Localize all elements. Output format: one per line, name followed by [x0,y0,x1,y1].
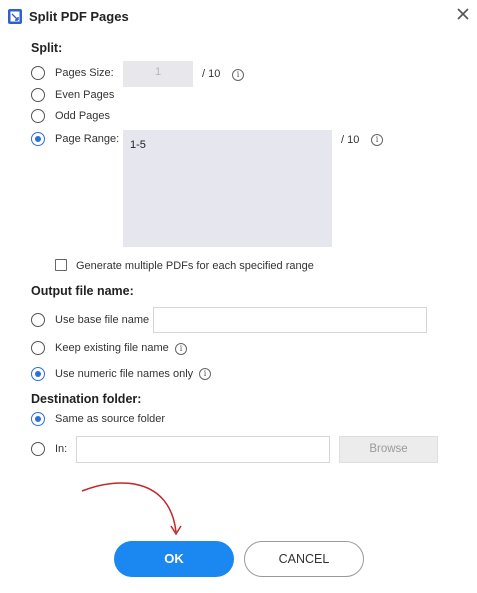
numeric-names-radio[interactable] [31,367,45,381]
destination-heading: Destination folder: [31,392,142,406]
base-file-name-input[interactable] [153,307,427,333]
split-heading: Split: [31,41,63,55]
pages-size-label: Pages Size: [55,67,114,79]
numeric-names-info-icon[interactable]: i [199,368,211,380]
numeric-names-label: Use numeric file names only [55,368,194,380]
page-range-label: Page Range: [55,133,120,145]
page-range-info-icon[interactable]: i [371,134,383,146]
even-pages-radio[interactable] [31,88,45,102]
same-as-source-label: Same as source folder [55,413,166,425]
pages-size-radio[interactable] [31,66,45,80]
odd-pages-radio[interactable] [31,109,45,123]
pages-size-total: / 10 [202,68,221,80]
pages-size-info-icon[interactable]: i [232,69,244,81]
browse-button[interactable]: Browse [339,436,438,463]
in-folder-label: In: [55,443,68,455]
odd-pages-label: Odd Pages [55,110,111,122]
close-icon[interactable] [455,6,471,22]
use-base-name-radio[interactable] [31,313,45,327]
generate-multiple-checkbox[interactable] [55,259,67,271]
output-heading: Output file name: [31,284,134,298]
destination-folder-input[interactable] [76,436,330,463]
in-folder-radio[interactable] [31,442,45,456]
same-as-source-radio[interactable] [31,412,45,426]
dialog-title: Split PDF Pages [29,9,129,24]
keep-existing-info-icon[interactable]: i [175,343,187,355]
page-range-total: / 10 [341,134,360,146]
keep-existing-name-radio[interactable] [31,341,45,355]
pdf-split-app-icon [8,9,22,24]
generate-multiple-label: Generate multiple PDFs for each specifie… [76,260,314,272]
page-range-radio[interactable] [31,132,45,146]
cancel-button[interactable]: CANCEL [244,541,364,577]
page-range-textarea[interactable]: 1-5 [123,130,332,247]
even-pages-label: Even Pages [55,89,115,101]
pages-size-input[interactable]: 1 [123,61,193,87]
keep-existing-name-label: Keep existing file name [55,342,169,354]
ok-button[interactable]: OK [114,541,234,577]
use-base-name-label: Use base file name [55,314,150,326]
